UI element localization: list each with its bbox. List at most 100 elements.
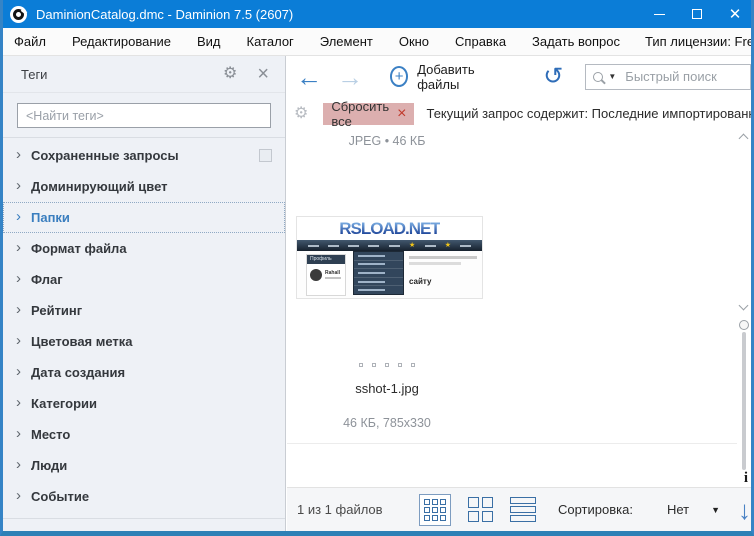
- chevron-right-icon: [16, 395, 21, 410]
- thumb-profile-label: Профиль: [307, 255, 345, 264]
- add-files-label: Добавить файлы: [417, 61, 475, 92]
- chevron-right-icon: [16, 147, 21, 162]
- tag-group-place[interactable]: Место: [3, 419, 285, 450]
- maximize-button[interactable]: [678, 0, 716, 28]
- window-title: DaminionCatalog.dmc - Daminion 7.5 (2607…: [36, 6, 294, 22]
- add-files-button[interactable]: + Добавить файлы: [390, 62, 503, 92]
- rating-dots[interactable]: [287, 363, 487, 367]
- reset-all-badge[interactable]: Сбросить все ×: [323, 99, 415, 129]
- maximize-icon: [692, 9, 702, 19]
- saved-queries-checkbox[interactable]: [259, 149, 272, 162]
- thumbnail-zoom-slider-track[interactable]: [742, 332, 746, 470]
- minimize-icon: [653, 13, 665, 15]
- file-format-label: JPEG • 46 КБ: [348, 134, 426, 148]
- search-options-caret-icon[interactable]: ▼: [608, 72, 616, 81]
- license-type-label: Тип лицензии: Free: [645, 34, 754, 49]
- file-name-label[interactable]: sshot-1.jpg: [287, 381, 487, 396]
- info-icon[interactable]: i: [744, 471, 748, 486]
- download-arrow-icon[interactable]: ↓: [738, 497, 751, 523]
- menu-view[interactable]: Вид: [184, 34, 234, 49]
- chevron-right-icon: [16, 178, 21, 193]
- tag-search-input[interactable]: [17, 103, 271, 128]
- tags-sidebar: Теги ⚙ × Сохраненные запросы Доминирующи…: [3, 56, 286, 531]
- thumb-site-navbar: ★ ★: [297, 240, 482, 251]
- grid-3x3-icon: [423, 498, 446, 521]
- sidebar-footer: [3, 518, 285, 531]
- status-bar: 1 из 1 файлов Сортировка: Нет ▼ ↓: [287, 487, 751, 531]
- tag-group-event[interactable]: Событие: [3, 481, 285, 512]
- tag-group-label: Папки: [31, 210, 70, 225]
- thumbnail-zoom-slider-knob[interactable]: [739, 320, 749, 330]
- menu-file[interactable]: Файл: [0, 34, 59, 49]
- chevron-right-icon: [16, 302, 21, 317]
- refresh-icon[interactable]: ↺: [543, 64, 563, 89]
- tag-group-rating[interactable]: Рейтинг: [3, 295, 285, 326]
- tag-group-label: Сохраненные запросы: [31, 148, 179, 163]
- app-logo-icon: [10, 5, 27, 23]
- chevron-right-icon: [16, 209, 21, 224]
- scroll-down-icon[interactable]: [738, 300, 749, 311]
- tag-group-label: Место: [31, 427, 71, 442]
- main-toolbar: ← → + Добавить файлы ↺ ▼ Быстрый поиск: [287, 56, 751, 97]
- thumb-profile-panel: Профиль Rahall: [306, 254, 346, 296]
- menu-item-element[interactable]: Элемент: [307, 34, 386, 49]
- search-icon: [593, 71, 604, 82]
- file-thumbnail[interactable]: RSLOAD.NET ★ ★ Профиль Rahall сайту: [296, 216, 483, 299]
- tag-group-file-format[interactable]: Формат файла: [3, 233, 285, 264]
- tag-group-categories[interactable]: Категории: [3, 388, 285, 419]
- view-mode-tiles-button[interactable]: [467, 497, 493, 522]
- sort-value-dropdown[interactable]: Нет: [667, 502, 689, 517]
- filter-bar: ⚙ Сбросить все × Текущий запрос содержит…: [287, 97, 754, 130]
- tag-group-color-label[interactable]: Цветовая метка: [3, 326, 285, 357]
- chevron-right-icon: [16, 240, 21, 255]
- filter-gear-icon[interactable]: ⚙: [294, 105, 308, 122]
- minimize-button[interactable]: [640, 0, 678, 28]
- menu-ask-question[interactable]: Задать вопрос: [519, 34, 633, 49]
- chevron-right-icon: [16, 488, 21, 503]
- tag-group-label: Событие: [31, 489, 90, 504]
- thumb-heading-text: сайту: [409, 277, 432, 286]
- grid-row-divider: [287, 443, 737, 444]
- view-mode-list-button[interactable]: [509, 497, 536, 522]
- thumb-site-logo: RSLOAD.NET: [297, 217, 482, 240]
- tag-group-dominant-color[interactable]: Доминирующий цвет: [3, 171, 285, 202]
- menu-catalog[interactable]: Каталог: [234, 34, 307, 49]
- tags-settings-gear-icon[interactable]: ⚙: [223, 66, 237, 82]
- quick-search-placeholder: Быстрый поиск: [625, 69, 717, 84]
- tags-panel-title: Теги: [21, 66, 48, 82]
- thumb-username: Rahall: [325, 270, 341, 276]
- window-controls: ✕: [640, 0, 754, 28]
- tag-group-saved-queries[interactable]: Сохраненные запросы: [3, 140, 285, 171]
- menu-bar: Файл Редактирование Вид Каталог Элемент …: [0, 28, 754, 56]
- menu-window[interactable]: Окно: [386, 34, 442, 49]
- file-count-label: 1 из 1 файлов: [297, 502, 383, 517]
- close-icon: ✕: [728, 5, 742, 23]
- tag-group-folders[interactable]: Папки: [3, 202, 285, 233]
- tags-panel-close-icon[interactable]: ×: [257, 64, 269, 84]
- reset-all-label: Сбросить все: [331, 98, 390, 129]
- scroll-up-icon[interactable]: [738, 133, 749, 144]
- tag-group-label: Дата создания: [31, 365, 126, 380]
- tag-group-flag[interactable]: Флаг: [3, 264, 285, 295]
- reset-all-close-icon[interactable]: ×: [397, 105, 406, 122]
- tag-group-label: Люди: [31, 458, 68, 473]
- tag-group-creation-date[interactable]: Дата создания: [3, 357, 285, 388]
- file-info-label: 46 КБ, 785x330: [343, 416, 431, 430]
- sort-label: Сортировка:: [557, 502, 633, 517]
- tag-group-people[interactable]: Люди: [3, 450, 285, 481]
- menu-edit[interactable]: Редактирование: [59, 34, 184, 49]
- avatar: [310, 269, 322, 281]
- tag-search-wrap: [3, 93, 285, 138]
- close-button[interactable]: ✕: [716, 0, 754, 28]
- tag-list: Сохраненные запросы Доминирующий цвет Па…: [3, 138, 285, 512]
- view-mode-thumbnails-button[interactable]: [418, 493, 451, 526]
- navigate-forward-icon[interactable]: →: [337, 64, 363, 90]
- tag-group-label: Цветовая метка: [31, 334, 133, 349]
- plus-circle-icon: +: [390, 66, 409, 87]
- menu-help[interactable]: Справка: [442, 34, 519, 49]
- quick-search-box[interactable]: ▼ Быстрый поиск: [585, 63, 751, 90]
- chevron-right-icon: [16, 271, 21, 286]
- title-bar: DaminionCatalog.dmc - Daminion 7.5 (2607…: [0, 0, 754, 28]
- sort-caret-icon[interactable]: ▼: [711, 505, 720, 515]
- navigate-back-icon[interactable]: ←: [296, 64, 322, 90]
